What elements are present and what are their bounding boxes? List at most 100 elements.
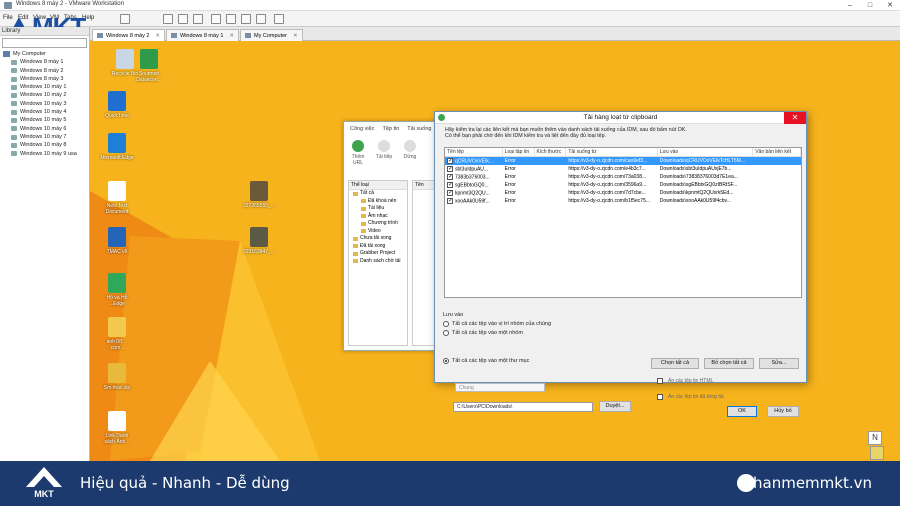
desktop-icon[interactable]: Microsoft Edge [100,133,134,161]
category-item[interactable]: Đã tải xong [353,243,407,251]
row-checkbox[interactable] [447,165,453,172]
desktop-icon[interactable]: Link Danh sách Ảnh... [100,411,134,445]
close-tab-icon[interactable]: ✕ [229,33,234,39]
library-vm-item[interactable]: Windows 10 máy 9 usa [11,150,89,158]
desktop-icon[interactable]: Sourmen Dataecon... [132,49,166,83]
row-checkbox[interactable] [447,181,453,188]
browse-button[interactable]: Duyệt... [599,401,631,412]
row-checkbox[interactable] [447,197,453,204]
col-type[interactable]: Loại tập tin [503,148,535,156]
library-vm-item[interactable]: Windows 10 máy 8 [11,141,89,149]
edit-button[interactable]: Sửa... [759,358,799,369]
col-link-text[interactable]: Văn bản liên kết [753,148,801,156]
save-option-radio[interactable]: Tất cả các tệp vào một nhóm [443,328,627,337]
stop-button[interactable]: Dừng [400,140,420,166]
tree-root[interactable]: My Computer [3,50,89,58]
folder-path-input[interactable]: C:\Users\PC\Downloads\ [453,402,593,412]
library-vm-item[interactable]: Windows 10 máy 2 [11,91,89,99]
minimize-button[interactable]: – [840,0,860,11]
save-option-radio[interactable]: Tất cả các tệp vào một thư mục [443,356,627,365]
col-size[interactable]: Kích thước [535,148,567,156]
desktop-icon[interactable]: 329163847_... [242,227,276,255]
library-vm-item[interactable]: Windows 10 máy 3 [11,100,89,108]
radio-button[interactable] [443,320,449,327]
col-save-to[interactable]: Lưu vào [658,148,754,156]
close-button[interactable]: ✕ [880,0,900,11]
snapshot-icon[interactable] [163,14,173,24]
row-checkbox[interactable] [447,173,453,180]
category-item[interactable]: Đã khoá nén [353,198,407,206]
library-vm-item[interactable]: Windows 10 máy 1 [11,83,89,91]
save-option-radio[interactable]: Tất cả các tệp vào vị trí nhóm của chúng [443,319,627,328]
category-item[interactable]: Âm nhạc [353,213,407,221]
input-indicator-icon[interactable]: N [868,431,882,445]
desktop-icon[interactable]: ảnh 08 ... .com... [100,317,134,351]
table-row[interactable]: sgEBbtoGQ0...Errorhttps://v3-dy-o.zjcdn.… [445,181,801,189]
hide-html-option[interactable]: Ẩn các tệp tin HTML [657,378,713,384]
library-vm-item[interactable]: Windows 10 máy 7 [11,133,89,141]
table-row[interactable]: qCRUVOxVEIk...Errorhttps://v3-dy-o.zjcdn… [445,157,801,165]
category-item[interactable]: Chưa tải xong [353,235,407,243]
col-filename[interactable]: Tên tệp [445,148,503,156]
hide-downloaded-checkbox[interactable] [657,394,663,400]
hide-html-checkbox[interactable] [657,378,663,384]
radio-button[interactable] [443,357,449,364]
desktop-icon[interactable]: New Text Document [100,181,134,215]
maximize-button[interactable]: □ [860,0,880,11]
idm-menu-tasks[interactable]: Công việc [350,126,374,134]
group-combobox[interactable]: Chung [455,383,545,392]
library-vm-item[interactable]: Windows 8 máy 2 [11,67,89,75]
radio-button[interactable] [443,329,449,336]
tab-windows8-may1[interactable]: Windows 8 máy 1 ✕ [166,29,240,41]
library-vm-item[interactable]: Windows 10 máy 5 [11,116,89,124]
category-item[interactable]: Grabber Project [353,250,407,258]
add-url-button[interactable]: Thêm URL [348,140,368,166]
close-tab-icon[interactable]: ✕ [155,33,160,39]
library-vm-item[interactable]: Windows 10 máy 4 [11,108,89,116]
desktop-icon[interactable]: Hộ và Hỗ ...Edge [100,273,134,307]
unity-icon[interactable] [241,14,251,24]
library-search-input[interactable] [2,38,87,48]
desktop-icon[interactable]: QuickTime [100,91,134,119]
category-item[interactable]: Chương trình [353,220,407,228]
ok-button[interactable]: OK [727,406,757,417]
library-vm-item[interactable]: Windows 8 máy 3 [11,75,89,83]
manage-snapshots-icon[interactable] [193,14,203,24]
table-row[interactable]: kpnmt3Q2QU...Errorhttps://v3-dy-o.zjcdn.… [445,189,801,197]
banner-website[interactable]: phanmemmkt.vn [743,474,872,492]
desktop-icon[interactable]: Sm-thác.zip [100,363,134,391]
table-row[interactable]: 7383b376003...Errorhttps://v3-dy-o.zjcdn… [445,173,801,181]
category-item[interactable]: Tất cả [353,190,407,198]
category-item[interactable]: Tài liệu [353,205,407,213]
hide-downloaded-option[interactable]: Ẩn các tệp tin đã từng tải [657,394,724,400]
col-url[interactable]: Tải xuống từ [566,148,658,156]
idm-menu-file[interactable]: Tệp tin [382,126,399,134]
computer-icon [245,33,251,38]
tab-windows8-may2[interactable]: Windows 8 máy 2 ✕ [92,29,166,41]
idm-menu-downloads[interactable]: Tải xuống [407,126,431,134]
thumbnail-icon[interactable] [256,14,266,24]
desktop-icon[interactable]: 327265555_... [242,181,276,209]
view-console-icon[interactable] [211,14,221,24]
table-row[interactable]: xooAAk0U59f...Errorhttps://v3-dy-o.zjcdn… [445,197,801,205]
tray-icon[interactable] [870,446,884,460]
desktop-icon[interactable]: TMAC v6 [100,227,134,255]
close-tab-icon[interactable]: ✕ [293,33,298,39]
resume-button[interactable]: Tải tiếp [374,140,394,166]
row-checkbox[interactable] [447,189,453,196]
category-item[interactable]: Danh sách chờ tải [353,258,407,266]
deselect-all-button[interactable]: Bỏ chọn tất cả [704,358,754,369]
stretch-icon[interactable] [274,14,284,24]
row-checkbox[interactable] [447,157,453,164]
revert-icon[interactable] [178,14,188,24]
table-row[interactable]: sbt3uIdpuAU...Errorhttps://v3-dy-o.zjcdn… [445,165,801,173]
tab-my-computer[interactable]: My Computer ✕ [240,29,303,41]
fullscreen-icon[interactable] [226,14,236,24]
category-item[interactable]: Video [353,228,407,236]
library-vm-item[interactable]: Windows 10 máy 6 [11,125,89,133]
library-vm-item[interactable]: Windows 8 máy 1 [11,58,89,66]
cancel-button[interactable]: Hủy bỏ [767,406,799,417]
vm-tab-bar: Windows 8 máy 2 ✕ Windows 8 máy 1 ✕ My Com… [90,27,900,41]
dialog-close-button[interactable]: ✕ [784,112,806,124]
select-all-button[interactable]: Chọn tất cả [651,358,699,369]
